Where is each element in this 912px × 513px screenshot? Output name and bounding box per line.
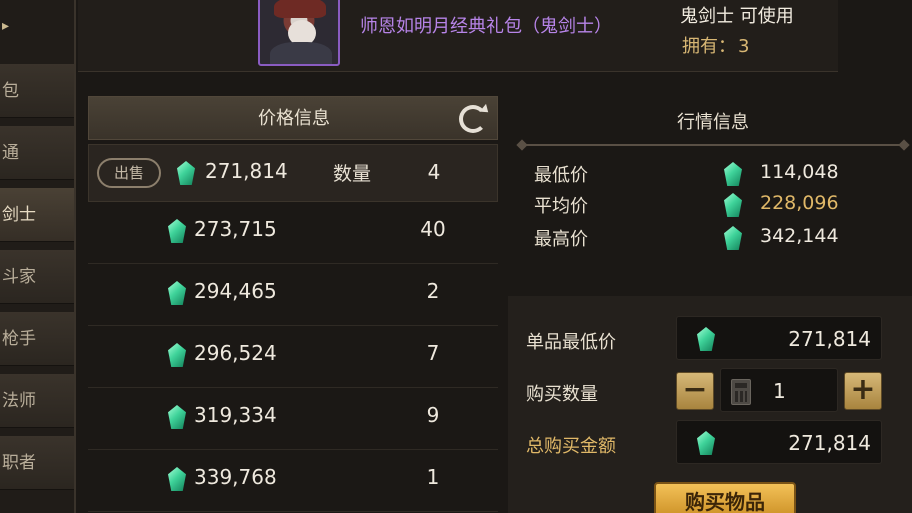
sidebar-item-swordsman[interactable]: 剑士: [0, 188, 74, 242]
listing-row[interactable]: 339,768 1: [88, 450, 498, 512]
listing-qty: 2: [426, 279, 440, 303]
unit-min-price-field: 271,814: [676, 316, 882, 360]
listing-qty: 4: [427, 160, 441, 184]
listing-price: 319,334: [194, 403, 277, 427]
listing-row[interactable]: 294,465 2: [88, 264, 498, 326]
listing-qty: 7: [426, 341, 440, 365]
quantity-input[interactable]: 1: [720, 368, 838, 412]
listing-price: 271,814: [205, 159, 288, 183]
owned-count: 拥有： 3: [680, 32, 749, 58]
listing-qty: 40: [420, 217, 446, 241]
sidebar-item-general[interactable]: 通: [0, 126, 74, 180]
quantity-row: 购买数量 − 1 +: [508, 368, 912, 412]
gem-icon: [168, 405, 186, 429]
owned-value: 3: [738, 36, 750, 57]
refresh-icon[interactable]: [459, 105, 487, 133]
highest-price-stat: 最高价 342,144: [534, 222, 894, 252]
purchase-panel: 单品最低价 271,814 购买数量 − 1 + 总购买金额 271,814 购…: [508, 296, 912, 513]
item-name: 师恩如明月经典礼包（鬼剑士）: [360, 16, 612, 37]
gem-icon: [724, 226, 742, 250]
calculator-icon[interactable]: [731, 379, 751, 405]
lowest-price-stat: 最低价 114,048: [534, 158, 894, 188]
listing-qty: 9: [426, 403, 440, 427]
owned-label: 拥有：: [682, 36, 736, 57]
listing-price: 339,768: [194, 465, 277, 489]
quantity-value: 1: [773, 379, 786, 403]
buy-item-button[interactable]: 购买物品: [654, 482, 796, 513]
gem-icon: [168, 219, 186, 243]
listing-list: 出售 271,814 数量 4 273,715 40 294,465 2 296…: [88, 144, 498, 512]
average-price-stat: 平均价 228,096: [534, 189, 894, 219]
purchase-quantity-label: 购买数量: [526, 384, 598, 405]
market-panel-title: 行情信息: [677, 112, 749, 133]
usable-class-text: 鬼剑士 可使用: [680, 6, 794, 27]
sidebar-item-gunner[interactable]: 枪手: [0, 312, 74, 366]
unit-min-price-label: 单品最低价: [526, 332, 616, 353]
average-price-label: 平均价: [534, 196, 588, 217]
price-panel-title: 价格信息: [258, 108, 330, 129]
sidebar-item-mage[interactable]: 法师: [0, 374, 74, 428]
item-avatar-icon: [258, 0, 340, 66]
sidebar-item-priest[interactable]: 职者: [0, 436, 74, 490]
unit-min-price-value: 271,814: [788, 327, 871, 351]
gem-icon: [697, 431, 715, 455]
gem-icon: [697, 327, 715, 351]
total-amount-field: 271,814: [676, 420, 882, 464]
sidebar-item-bag[interactable]: 包: [0, 64, 74, 118]
listing-row[interactable]: 273,715 40: [88, 202, 498, 264]
gem-icon: [168, 281, 186, 305]
market-panel: 行情信息 最低价 114,048 平均价 228,096 最高价 342,144: [520, 96, 906, 306]
sell-button[interactable]: 出售: [97, 158, 161, 188]
listing-row[interactable]: 296,524 7: [88, 326, 498, 388]
price-title-bar: 价格信息: [88, 96, 498, 140]
gem-icon: [724, 193, 742, 217]
total-amount-label: 总购买金额: [526, 436, 616, 457]
decrease-quantity-button[interactable]: −: [676, 372, 714, 410]
gem-icon: [724, 162, 742, 186]
average-price-value: 228,096: [760, 192, 839, 214]
total-amount-value: 271,814: [788, 431, 871, 455]
price-panel: 价格信息 出售 271,814 数量 4 273,715 40 294,465 …: [88, 96, 498, 513]
lowest-price-label: 最低价: [534, 165, 588, 186]
listing-row[interactable]: 319,334 9: [88, 388, 498, 450]
divider: [520, 144, 906, 146]
listing-price: 296,524: [194, 341, 277, 365]
gem-icon: [177, 161, 195, 185]
sidebar-item-fighter[interactable]: 斗家: [0, 250, 74, 304]
highest-price-value: 342,144: [760, 225, 839, 247]
increase-quantity-button[interactable]: +: [844, 372, 882, 410]
lowest-price-value: 114,048: [760, 161, 839, 183]
listing-qty: 1: [426, 465, 440, 489]
total-amount-row: 总购买金额 271,814: [508, 420, 912, 464]
gem-icon: [168, 343, 186, 367]
gem-icon: [168, 467, 186, 491]
item-header: 师恩如明月经典礼包（鬼剑士） 鬼剑士 可使用 拥有： 3: [78, 0, 838, 72]
listing-price: 273,715: [194, 217, 277, 241]
highest-price-label: 最高价: [534, 229, 588, 250]
listing-row[interactable]: 出售 271,814 数量 4: [88, 144, 498, 202]
quantity-label: 数量: [333, 163, 372, 185]
unit-min-price-row: 单品最低价 271,814: [508, 316, 912, 360]
arrow-icon: ▸: [2, 18, 10, 34]
listing-price: 294,465: [194, 279, 277, 303]
category-sidebar: ▸ 包 通 剑士 斗家 枪手 法师 职者: [0, 0, 76, 513]
